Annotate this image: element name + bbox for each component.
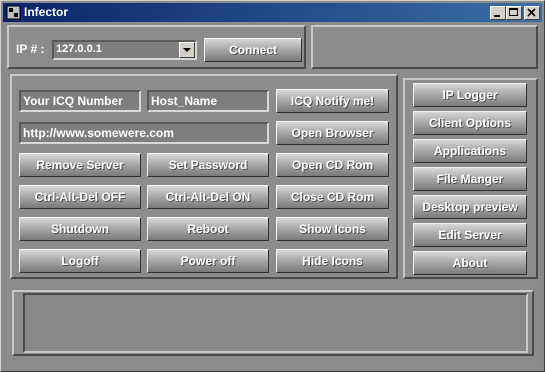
- power-off-button[interactable]: Power off: [147, 249, 269, 273]
- title-bar[interactable]: Infector: [3, 3, 542, 22]
- shutdown-button[interactable]: Shutdown: [19, 217, 141, 241]
- side-menu-panel: IP Logger Client Options Applications Fi…: [403, 78, 538, 279]
- open-cd-button[interactable]: Open CD Rom: [276, 153, 389, 177]
- icq-number-field[interactable]: Your ICQ Number: [19, 90, 141, 112]
- log-panel: [12, 290, 534, 356]
- window-title: Infector: [24, 5, 69, 19]
- ip-select[interactable]: 127.0.0.1: [52, 40, 197, 60]
- open-browser-button[interactable]: Open Browser: [276, 121, 389, 145]
- connect-button[interactable]: Connect: [204, 38, 302, 62]
- hide-icons-button[interactable]: Hide Icons: [276, 249, 389, 273]
- set-password-button[interactable]: Set Password: [147, 153, 269, 177]
- maximize-icon: [509, 8, 518, 16]
- dropdown-button[interactable]: [179, 42, 195, 58]
- main-window: Infector IP # : 127.0.0.1 Connect Your I…: [0, 0, 545, 372]
- about-button[interactable]: About: [413, 251, 527, 275]
- remove-server-button[interactable]: Remove Server: [19, 153, 141, 177]
- applications-button[interactable]: Applications: [413, 139, 527, 163]
- client-options-button[interactable]: Client Options: [413, 111, 527, 135]
- url-field[interactable]: http://www.somewere.com: [19, 122, 269, 144]
- ip-label: IP # :: [16, 42, 45, 56]
- status-panel: [311, 25, 538, 69]
- host-name-field[interactable]: Host_Name: [147, 90, 269, 112]
- cad-on-button[interactable]: Ctrl-Alt-Del ON: [147, 185, 269, 209]
- desktop-preview-button[interactable]: Desktop preview: [413, 195, 527, 219]
- minimize-button[interactable]: [490, 6, 506, 20]
- actions-panel: Your ICQ Number Host_Name ICQ Notify me!…: [10, 74, 398, 279]
- cad-off-button[interactable]: Ctrl-Alt-Del OFF: [19, 185, 141, 209]
- ip-logger-button[interactable]: IP Logger: [413, 83, 527, 107]
- chevron-down-icon: [183, 48, 191, 52]
- close-button[interactable]: [524, 6, 540, 20]
- client-area: IP # : 127.0.0.1 Connect Your ICQ Number…: [5, 23, 540, 369]
- close-cd-button[interactable]: Close CD Rom: [276, 185, 389, 209]
- logoff-button[interactable]: Logoff: [19, 249, 141, 273]
- close-icon: [527, 8, 536, 17]
- log-output[interactable]: [23, 293, 528, 353]
- edit-server-button[interactable]: Edit Server: [413, 223, 527, 247]
- reboot-button[interactable]: Reboot: [147, 217, 269, 241]
- show-icons-button[interactable]: Show Icons: [276, 217, 389, 241]
- ip-value: 127.0.0.1: [56, 43, 102, 55]
- minimize-icon: [494, 15, 500, 17]
- app-icon: [6, 5, 21, 20]
- icq-notify-button[interactable]: ICQ Notify me!: [276, 89, 389, 113]
- connection-panel: IP # : 127.0.0.1 Connect: [7, 25, 306, 69]
- file-manager-button[interactable]: File Manger: [413, 167, 527, 191]
- maximize-button[interactable]: [506, 6, 522, 20]
